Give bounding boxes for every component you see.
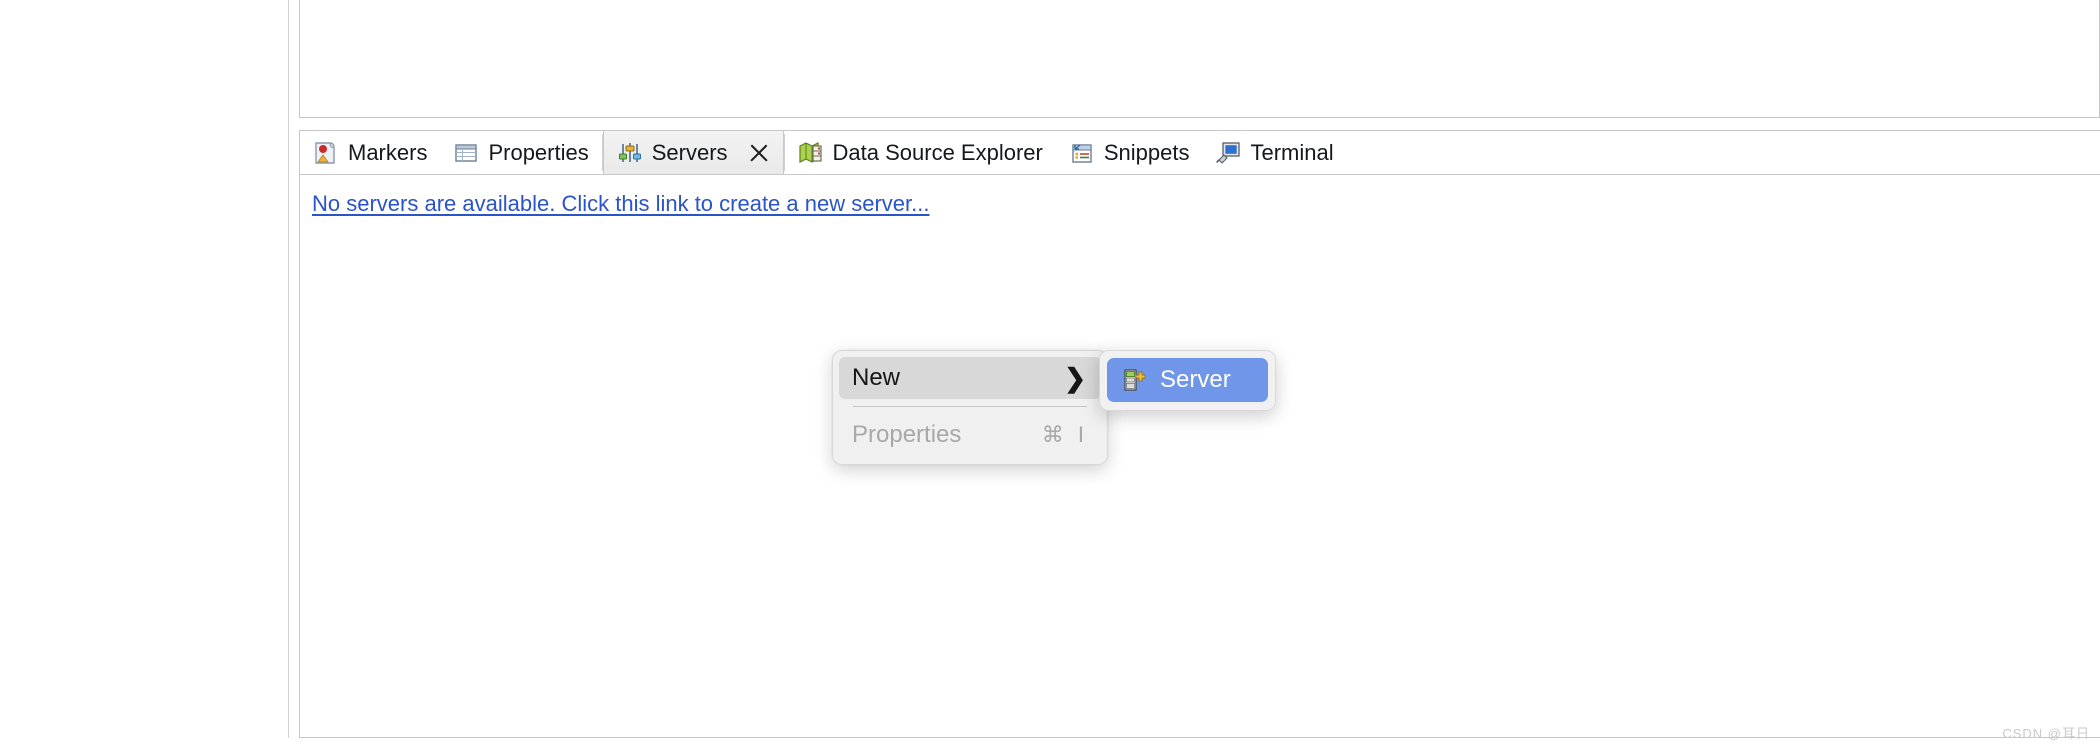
properties-icon	[453, 140, 479, 166]
editor-area-empty	[0, 0, 288, 738]
tab-terminal-label: Terminal	[1250, 139, 1334, 165]
tab-markers-label: Markers	[348, 139, 428, 165]
view-tabbar: Markers Properties Servers Data Source E…	[300, 131, 2100, 175]
tab-servers[interactable]: Servers	[602, 131, 784, 174]
tab-data-source-explorer-label: Data Source Explorer	[832, 139, 1043, 165]
tab-terminal[interactable]: Terminal	[1202, 131, 1347, 174]
create-new-server-link[interactable]: No servers are available. Click this lin…	[312, 191, 929, 217]
servers-view-body[interactable]: No servers are available. Click this lin…	[300, 175, 2100, 737]
new-server-icon	[1120, 367, 1146, 393]
context-menu-separator	[853, 406, 1087, 407]
tab-snippets-label: Snippets	[1103, 139, 1190, 165]
editor-area-upper	[299, 0, 2100, 118]
bottom-view-stack: Markers Properties Servers Data Source E…	[299, 130, 2100, 738]
context-menu: New ❯ Properties ⌘ I	[832, 350, 1108, 465]
tab-properties-label: Properties	[488, 139, 589, 165]
chevron-right-icon: ❯	[1064, 363, 1086, 393]
submenu-item-server[interactable]: Server	[1107, 358, 1268, 402]
pane-gutter	[289, 0, 299, 748]
servers-icon	[617, 140, 643, 166]
close-icon[interactable]	[748, 142, 770, 164]
tab-snippets[interactable]: Snippets	[1055, 131, 1203, 174]
terminal-icon	[1215, 140, 1241, 166]
context-menu-item-properties-label: Properties	[852, 421, 962, 448]
submenu-item-server-label: Server	[1160, 366, 1231, 393]
tab-data-source-explorer[interactable]: Data Source Explorer	[784, 131, 1056, 174]
context-menu-item-new[interactable]: New ❯	[839, 357, 1101, 399]
watermark: CSDN @耳日	[2002, 726, 2090, 741]
markers-icon	[313, 140, 339, 166]
tab-servers-label: Servers	[651, 139, 728, 165]
context-submenu-new: Server	[1099, 350, 1276, 411]
context-menu-item-properties-shortcut: ⌘ I	[1041, 422, 1088, 447]
data-source-explorer-icon	[798, 140, 824, 166]
context-menu-item-new-label: New	[852, 364, 901, 391]
context-menu-item-properties: Properties ⌘ I	[839, 414, 1101, 456]
workbench-window: Markers Properties Servers Data Source E…	[0, 0, 2100, 748]
tab-markers[interactable]: Markers	[300, 131, 441, 174]
snippets-icon	[1069, 140, 1095, 166]
tab-properties[interactable]: Properties	[440, 131, 602, 174]
